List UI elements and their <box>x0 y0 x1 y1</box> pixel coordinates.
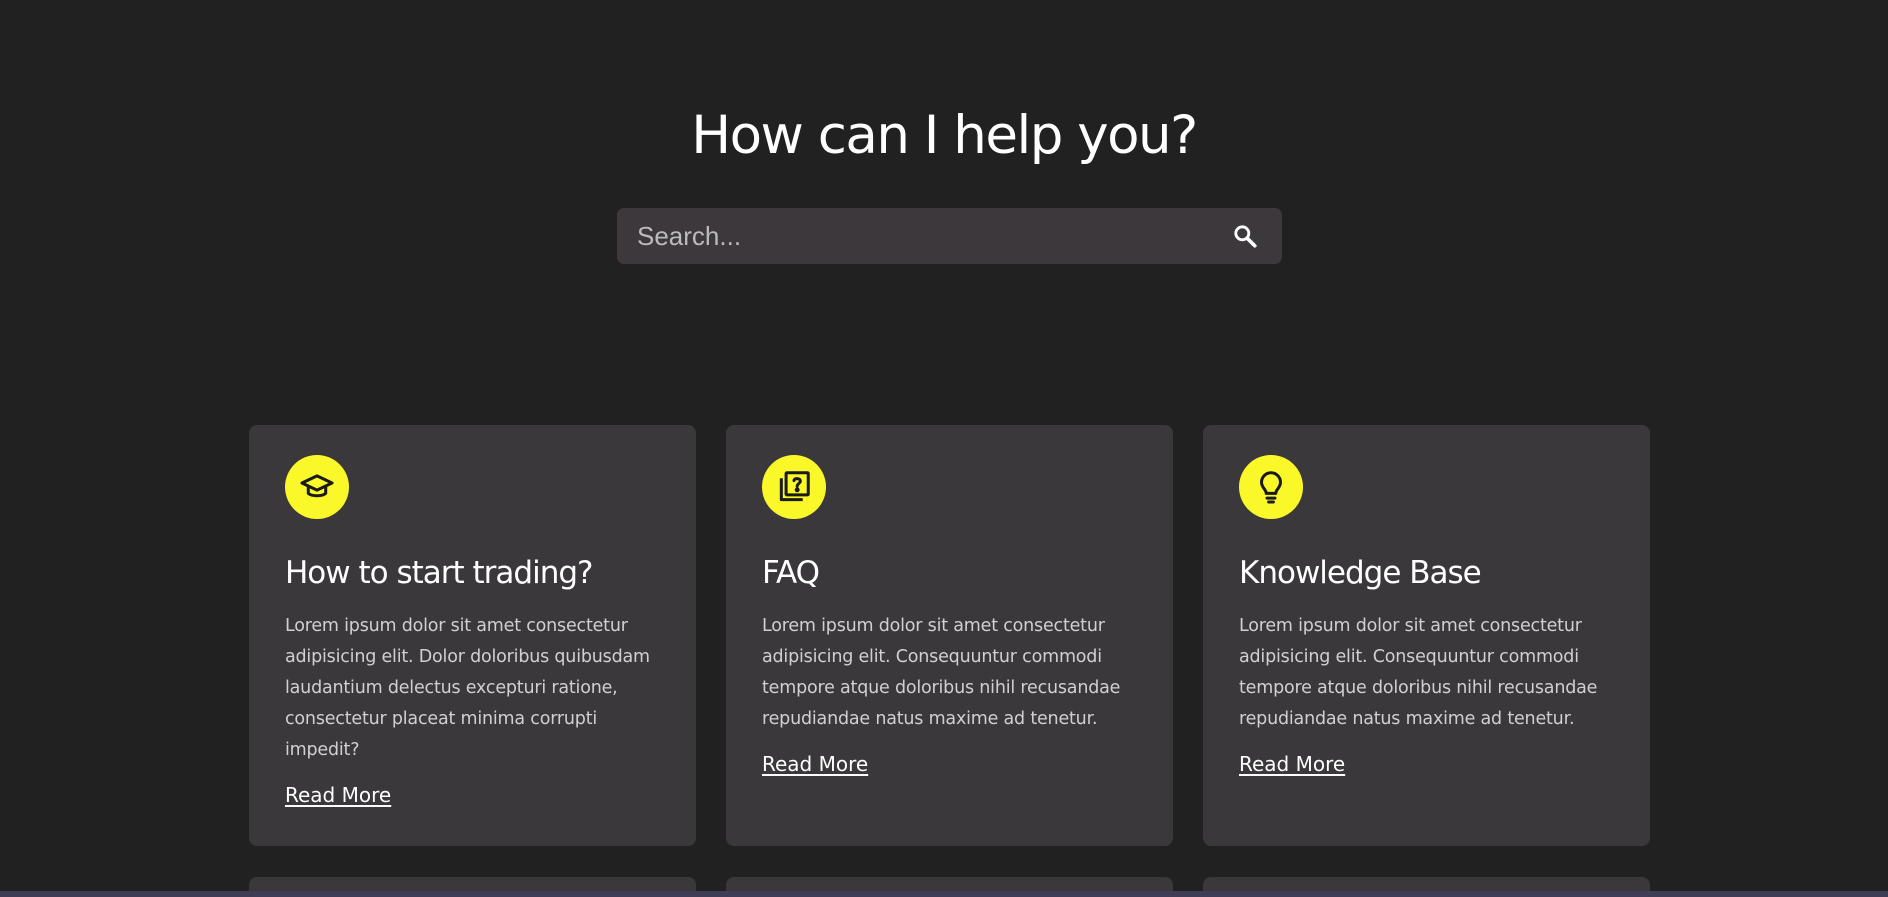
card-description: Lorem ipsum dolor sit amet consectetur a… <box>762 616 1121 729</box>
card-title: FAQ <box>762 555 820 591</box>
bottom-edge-bar <box>0 891 1888 897</box>
read-more-link[interactable]: Read More <box>762 752 868 776</box>
card-description: Lorem ipsum dolor sit amet consectetur a… <box>285 616 650 760</box>
search-icon[interactable] <box>1229 220 1261 252</box>
page-title: How can I help you? <box>691 105 1198 166</box>
question-library-icon <box>762 455 826 519</box>
lightbulb-icon <box>1239 455 1303 519</box>
read-more-link[interactable]: Read More <box>285 783 391 807</box>
card-faq: FAQ Lorem ipsum dolor sit amet consectet… <box>726 425 1173 846</box>
graduation-cap-icon <box>285 455 349 519</box>
card-description: Lorem ipsum dolor sit amet consectetur a… <box>1239 616 1598 729</box>
search-input[interactable] <box>617 208 1197 264</box>
card-knowledge-base: Knowledge Base Lorem ipsum dolor sit ame… <box>1203 425 1650 846</box>
search-bar <box>617 208 1282 264</box>
card-title: Knowledge Base <box>1239 555 1482 591</box>
page: How can I help you? How to start trading… <box>0 0 1888 897</box>
card-title: How to start trading? <box>285 555 593 591</box>
read-more-link[interactable]: Read More <box>1239 752 1345 776</box>
card-start-trading: How to start trading? Lorem ipsum dolor … <box>249 425 696 846</box>
